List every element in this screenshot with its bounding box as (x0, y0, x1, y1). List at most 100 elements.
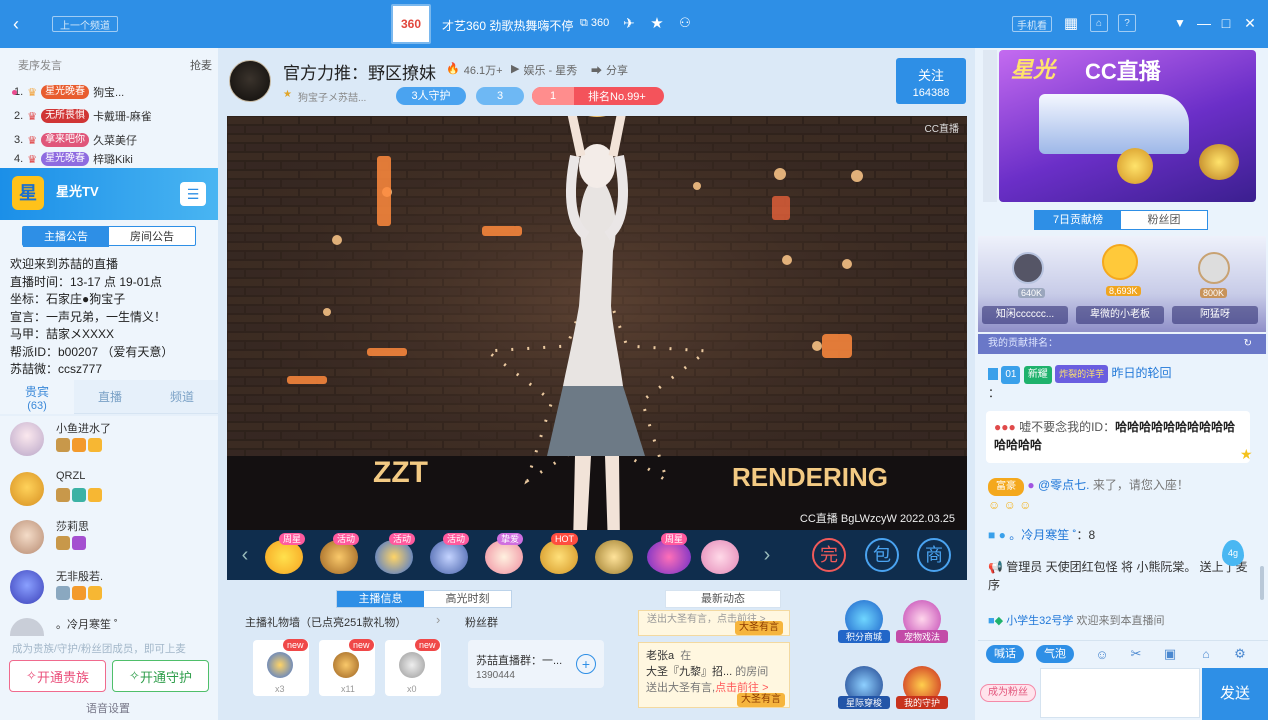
chat-username[interactable]: 。冷月寒笙 ˚ (1009, 528, 1076, 542)
lock-icon[interactable]: ⌂ (1198, 645, 1214, 663)
chat-scrollbar[interactable] (1260, 566, 1264, 600)
podium-avatar[interactable] (1012, 252, 1044, 284)
points-mall-button[interactable]: 积分商城 (838, 600, 890, 648)
rank-row[interactable]: 2. ♛ 无所畏惧 卡戴珊-麻雀 (14, 106, 152, 126)
join-group-icon[interactable]: + (576, 654, 596, 674)
tab-highlights[interactable]: 高光时刻 (424, 591, 511, 607)
tool-complete[interactable]: 完 (812, 538, 846, 572)
rank-row[interactable]: 4. ♛ 星光晚春 梓璐Kiki (14, 152, 133, 166)
tab-fan-club[interactable]: 粉丝团 (1121, 211, 1207, 229)
tool-shop[interactable]: 商 (917, 538, 951, 572)
gift-next-icon[interactable]: › (759, 544, 775, 566)
rank-row[interactable]: 3. ♛ 拿来吧你 久菜美仔 (14, 130, 137, 150)
grab-mic-button[interactable]: 抢麦 (190, 57, 212, 73)
shout-button[interactable]: 喊话 (986, 645, 1024, 663)
tab-vip[interactable]: 贵宾 (63) (0, 380, 74, 414)
prev-channel-button[interactable]: 上一个频道 (52, 16, 118, 32)
follow-button[interactable]: 关注 164388 (896, 58, 966, 104)
tab-streamer-notice[interactable]: 主播公告 (23, 227, 109, 247)
grid-icon[interactable]: ▦ (1062, 14, 1080, 32)
guard-badge[interactable]: 3人守护 (396, 87, 466, 105)
my-guard-button[interactable]: 我的守护 (896, 666, 948, 714)
gift-item[interactable] (320, 540, 358, 574)
gift-wall-item[interactable]: new x11 (319, 639, 375, 696)
send-button[interactable]: 发送 (1202, 668, 1268, 720)
tab-room-notice[interactable]: 房间公告 (109, 227, 195, 247)
water-drop-icon[interactable]: 4g (1222, 540, 1244, 566)
fans-group-card[interactable]: 苏喆直播群：一... 1390444 + (468, 640, 604, 688)
pet-trick-button[interactable]: 宠物戏法 (896, 600, 948, 648)
gift-item[interactable] (701, 540, 739, 574)
tab-live[interactable]: 直播 (74, 380, 146, 414)
gift-wall-arrow-icon[interactable]: › (436, 612, 440, 627)
open-noble-button[interactable]: ✧ 开通贵族 (9, 660, 106, 692)
tool-bag[interactable]: 包 (865, 538, 899, 572)
tab-streamer-info[interactable]: 主播信息 (337, 591, 424, 607)
menu-icon[interactable]: ☰ (180, 182, 206, 206)
gift-wall-item[interactable]: new x3 (253, 639, 309, 696)
group-icon[interactable]: ⚇ (676, 14, 694, 32)
fire-icon: 🔥 (446, 63, 460, 75)
help-icon[interactable]: ? (1118, 14, 1136, 32)
scissors-icon[interactable]: ✂ (1128, 645, 1144, 663)
star-icon[interactable]: ★ (648, 14, 666, 32)
rank-badge[interactable]: 1 排名No.99+ (532, 87, 664, 105)
chat-username[interactable]: 小学生32号学 (1006, 615, 1073, 627)
chat-username[interactable]: @零点七. (1038, 478, 1090, 492)
emoji-icon[interactable]: ☺ (1094, 645, 1110, 663)
bubble-button[interactable]: 气泡 (1036, 645, 1074, 663)
news-card[interactable]: 老张a 在 大圣『九黎』招... 的房间 送出大圣有言,点击前往 > 大圣有言 (638, 642, 790, 708)
tab-channel[interactable]: 频道 (146, 380, 218, 414)
chat-username[interactable]: 昨日的轮回 (1112, 366, 1172, 380)
podium-avatar[interactable] (1198, 252, 1230, 284)
badge-icons: ■ ● (988, 528, 1006, 542)
tab-7day-contribution[interactable]: 7日贡献榜 (1035, 211, 1121, 229)
plane-icon[interactable]: ✈ (620, 14, 638, 32)
open-guard-button[interactable]: ✧ 开通守护 (112, 660, 209, 692)
user-name: 莎莉思 (56, 521, 89, 533)
rank-row[interactable]: 1. ♛ 星光晚春 狗宝... (12, 82, 124, 102)
dynamic-tab[interactable]: 最新动态 (665, 590, 781, 608)
gift-item[interactable] (485, 540, 523, 574)
image-icon[interactable]: ▣ (1162, 645, 1178, 663)
chat-input[interactable] (1040, 668, 1200, 718)
voice-settings-link[interactable]: 语音设置 (86, 700, 130, 716)
news-card[interactable]: 送出大圣有言，点击前往 > 大圣有言 (638, 610, 790, 636)
gift-item[interactable] (430, 540, 468, 574)
phone-watch-button[interactable]: 手机看 (1012, 16, 1052, 32)
podium-avatar[interactable] (1102, 244, 1138, 280)
user-item[interactable]: 小鱼进水了 (8, 418, 213, 464)
new-tag: new (283, 639, 308, 651)
notice-line: 苏喆微：ccsz777 (10, 362, 103, 376)
gift-item[interactable] (375, 540, 413, 574)
settings-icon[interactable]: ⚙ (1232, 645, 1248, 663)
stream-category[interactable]: ▶ 娱乐 - 星秀 (511, 62, 577, 78)
minimize-icon[interactable]: — (1196, 14, 1212, 32)
user-item[interactable]: 莎莉思 (8, 516, 213, 562)
home-icon[interactable]: ⌂ (1090, 14, 1108, 32)
gift-item[interactable] (647, 540, 691, 574)
space-travel-button[interactable]: 星际穿梭 (838, 666, 890, 714)
promo-banner[interactable]: 星光 CC直播 (999, 50, 1256, 202)
refresh-icon[interactable]: ↻ (1244, 334, 1252, 354)
share-button[interactable]: ⮕ 分享 (591, 62, 628, 78)
video-watermark: CC直播 (924, 124, 959, 135)
user-item[interactable]: QRZL (8, 468, 213, 514)
gift-item[interactable] (265, 540, 303, 574)
user-item[interactable]: 。冷月寒笙 ˚ (8, 614, 213, 636)
fans-join-button[interactable]: 成为粉丝 (980, 684, 1036, 702)
close-icon[interactable]: ✕ (1242, 14, 1258, 32)
video-player[interactable]: ZZT RENDERING CC直播 CC直播 BgLWzcyW 2022.03… (227, 116, 967, 530)
fans-badge[interactable]: 3 (476, 87, 524, 105)
gift-prev-icon[interactable]: ‹ (237, 544, 253, 566)
user-item[interactable]: 无非殷若. (8, 566, 213, 612)
medal-badge: 星光晚春 (41, 152, 90, 166)
streamer-avatar[interactable] (229, 60, 271, 102)
chat-message: 01 新耀 炸裂的洋芋 昨日的轮回 ： (988, 365, 1172, 400)
gift-item[interactable] (540, 540, 578, 574)
back-icon[interactable]: ‹ (6, 14, 26, 34)
gift-item[interactable] (595, 540, 633, 574)
gift-wall-item[interactable]: new x0 (385, 639, 441, 696)
maximize-icon[interactable]: □ (1218, 14, 1234, 32)
dropdown-icon[interactable]: ▼ (1172, 14, 1188, 32)
